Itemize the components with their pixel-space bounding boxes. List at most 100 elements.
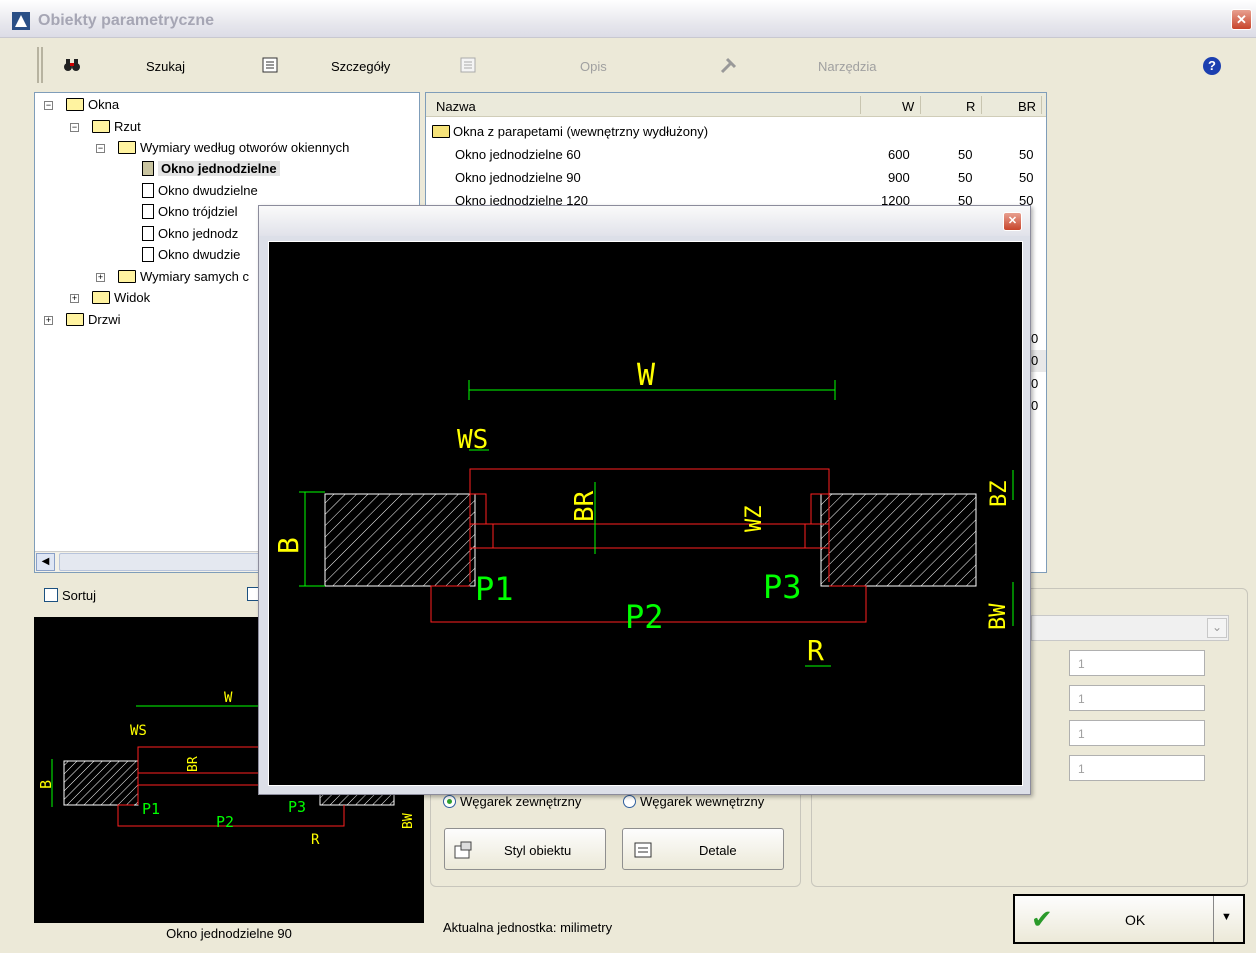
cell-r: 50	[958, 147, 973, 162]
param-field-4[interactable]: 1	[1069, 755, 1205, 781]
popup-svg: W WS BR WZ BZ B P1 P2 P3 BW R	[272, 358, 1014, 667]
folder-icon	[66, 313, 84, 326]
radio-inner[interactable]: Węgarek wewnętrzny	[623, 794, 764, 809]
label-p1: P1	[475, 570, 514, 608]
column-header-br[interactable]: BR	[1018, 99, 1036, 114]
window-title: Obiekty parametryczne	[38, 12, 215, 29]
tree-collapse-rzut[interactable]: −	[70, 123, 79, 132]
scroll-left-arrow-icon[interactable]: ◀	[36, 553, 55, 571]
cell-w: 900	[888, 170, 910, 185]
tree-item-label: Okno jednodz	[158, 226, 239, 241]
tree-item-rzut[interactable]: Rzut	[92, 119, 141, 134]
tree-item-drzwi[interactable]: Drzwi	[66, 312, 121, 327]
details-button[interactable]: Szczegóły	[331, 59, 390, 74]
column-divider[interactable]	[860, 96, 861, 114]
label-w: W	[637, 358, 656, 393]
tree-item-label: Widok	[114, 290, 151, 305]
partial-cell: 0	[1031, 376, 1039, 391]
ok-split-divider	[1213, 896, 1214, 942]
tree-item-okno-trojdzielne[interactable]: Okno trójdziel	[142, 204, 237, 219]
tools-button: Narzędzia	[818, 59, 877, 74]
column-header-w[interactable]: W	[902, 99, 914, 114]
tree-expand-widok[interactable]: +	[70, 294, 79, 303]
tree-collapse-okna[interactable]: −	[44, 101, 53, 110]
checkbox-box[interactable]	[44, 588, 58, 602]
tree-item-label: Drzwi	[88, 312, 121, 327]
radio-button[interactable]	[443, 795, 456, 808]
label-p3: P3	[288, 798, 306, 816]
label-bw: BW	[986, 603, 1011, 630]
tree-collapse-wymiary[interactable]: −	[96, 144, 105, 153]
column-divider[interactable]	[920, 96, 921, 114]
table-row[interactable]: Okno jednodzielne 60 600 50 50	[426, 144, 1046, 166]
tree-item-okno-jednodzielne[interactable]: Okno jednodzielne	[142, 161, 280, 176]
ok-button[interactable]: ✔ OK ▼	[1013, 894, 1245, 944]
toolbar-grip[interactable]	[37, 47, 43, 83]
folder-icon	[92, 120, 110, 133]
label-b: B	[272, 537, 305, 554]
tree-item-widok[interactable]: Widok	[92, 290, 150, 305]
label-br: BR	[186, 756, 201, 772]
frame-sash	[469, 523, 830, 549]
binoculars-icon[interactable]	[62, 55, 82, 75]
radio-outer[interactable]: Węgarek zewnętrzny	[443, 794, 581, 809]
help-icon[interactable]: ?	[1203, 57, 1221, 75]
details-label: Detale	[699, 843, 737, 858]
radio-button[interactable]	[623, 795, 636, 808]
checkmark-icon: ✔	[1031, 904, 1053, 934]
wall-hatch-right	[820, 493, 977, 587]
tree-item-okna[interactable]: Okna	[66, 97, 119, 112]
label-r: R	[311, 832, 320, 848]
radio-label: Węgarek wewnętrzny	[640, 794, 765, 809]
param-field-1[interactable]: 1	[1069, 650, 1205, 676]
preview-popup: ✕ W WS BR WZ BZ B P1 P2 P3 BW R	[258, 205, 1031, 795]
tree-item-okno-dwudzielne[interactable]: Okno dwudzielne	[142, 183, 258, 198]
details-icon[interactable]	[260, 55, 280, 75]
cell-r: 50	[958, 170, 973, 185]
partial-cell: 0	[1031, 398, 1039, 413]
parameter-dropdown[interactable]: ⌄	[1031, 615, 1229, 641]
column-header-r[interactable]: R	[966, 99, 975, 114]
folder-icon	[118, 270, 136, 283]
label-p2: P2	[216, 813, 234, 831]
column-header-nazwa[interactable]: Nazwa	[436, 99, 476, 114]
list-group[interactable]: Okna z parapetami (wewnętrzny wydłużony)	[426, 121, 1046, 143]
table-row[interactable]: Okno jednodzielne 90 900 50 50	[426, 167, 1046, 189]
ok-dropdown-arrow-icon[interactable]: ▼	[1221, 911, 1232, 923]
tree-item-label: Okno trójdziel	[158, 204, 238, 219]
detail-icon	[634, 842, 652, 858]
tree-item-okno-dwudzielne-2[interactable]: Okno dwudzie	[142, 247, 240, 262]
label-r: R	[807, 634, 824, 667]
details-button-bottom[interactable]: Detale	[622, 828, 784, 870]
label-b: B	[37, 780, 55, 789]
style-object-button[interactable]: Styl obiektu	[444, 828, 606, 870]
sort-checkbox[interactable]: Sortuj	[44, 588, 96, 603]
folder-icon	[118, 141, 136, 154]
search-button[interactable]: Szukaj	[146, 59, 185, 74]
popup-close-button[interactable]: ✕	[1003, 212, 1022, 231]
document-icon	[142, 247, 154, 262]
ok-label: OK	[1125, 912, 1146, 928]
label-bz: BZ	[987, 481, 1012, 508]
style-icon	[454, 841, 472, 859]
tree-expand-drzwi[interactable]: +	[44, 316, 53, 325]
column-divider[interactable]	[981, 96, 982, 114]
title-bar: Obiekty parametryczne ✕	[0, 0, 1256, 38]
window-close-button[interactable]: ✕	[1231, 9, 1252, 30]
param-field-3[interactable]: 1	[1069, 720, 1205, 746]
tree-item-label: Rzut	[114, 119, 141, 134]
style-object-label: Styl obiektu	[504, 843, 572, 858]
wall-hatch-left	[324, 493, 476, 587]
description-button: Opis	[580, 59, 607, 74]
column-divider[interactable]	[1041, 96, 1042, 114]
popup-drawing: W WS BR WZ BZ B P1 P2 P3 BW R	[268, 241, 1023, 786]
dropdown-arrow-icon[interactable]: ⌄	[1207, 618, 1227, 638]
tree-item-label: Wymiary samych c	[140, 269, 249, 284]
tree-item-okno-jednodzielne-2[interactable]: Okno jednodz	[142, 226, 238, 241]
tree-item-wymiary-samych[interactable]: Wymiary samych c	[118, 269, 249, 284]
label-wz: WZ	[742, 506, 767, 533]
tree-expand-wymiary-samych[interactable]: +	[96, 273, 105, 282]
param-field-2[interactable]: 1	[1069, 685, 1205, 711]
document-icon	[142, 183, 154, 198]
tree-item-wymiary-otworow[interactable]: Wymiary według otworów okiennych	[118, 140, 349, 155]
